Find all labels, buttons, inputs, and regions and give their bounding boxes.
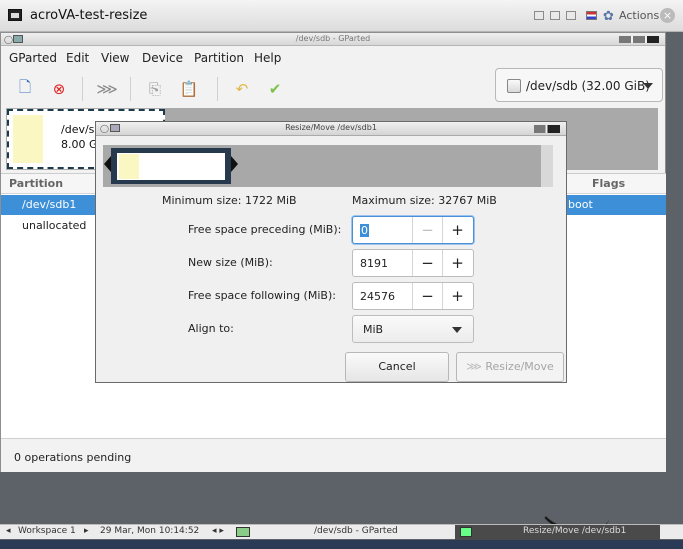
actions-menu[interactable]: Actions bbox=[619, 9, 659, 22]
dialog-title-bar: ◯ Resize/Move /dev/sdb1 bbox=[96, 122, 566, 136]
minus-icon[interactable]: − bbox=[412, 250, 442, 276]
menu-view[interactable]: View bbox=[101, 51, 129, 65]
plus-icon[interactable]: + bbox=[442, 250, 472, 276]
preceding-spinbutton[interactable]: 0 − + bbox=[352, 216, 474, 244]
clock: 29 Mar, Mon 10:14:52 bbox=[100, 526, 200, 536]
resize-move-label: Resize/Move bbox=[485, 360, 554, 373]
partition-block-size: 8.00 G bbox=[61, 138, 98, 151]
device-selector-label: /dev/sdb (32.00 GiB) bbox=[526, 79, 650, 93]
vnc-title-bar: acroVA-test-resize ✿ Actions × bbox=[0, 0, 683, 32]
preceding-value[interactable]: 0 bbox=[360, 224, 369, 237]
device-selector[interactable]: /dev/sdb (32.00 GiB) bbox=[495, 68, 663, 102]
align-label: Align to: bbox=[188, 322, 234, 335]
vnc-window: acroVA-test-resize ✿ Actions × ◯ /dev/sd… bbox=[0, 0, 683, 549]
following-value[interactable]: 24576 bbox=[360, 290, 395, 303]
resize-move-icon: ⋙ bbox=[466, 360, 486, 373]
partition-bar-inner bbox=[117, 153, 225, 180]
undo-icon[interactable]: ↶ bbox=[231, 78, 253, 100]
taskbar: ◂ Workspace 1 ▸ 29 Mar, Mon 10:14:52 ◂ ▸… bbox=[0, 524, 683, 540]
status-bar: 0 operations pending bbox=[1, 438, 666, 472]
minus-icon[interactable]: − bbox=[412, 217, 442, 243]
row-partition: /dev/sdb1 bbox=[22, 198, 77, 211]
column-partition[interactable]: Partition bbox=[9, 177, 63, 190]
partition-resizer[interactable] bbox=[103, 145, 553, 187]
new-partition-icon[interactable]: 🗋 bbox=[14, 78, 36, 100]
resize-move-button[interactable]: ⋙ Resize/Move bbox=[456, 352, 564, 382]
chevron-down-icon bbox=[452, 327, 462, 333]
minimum-size: Minimum size: 1722 MiB bbox=[162, 194, 297, 207]
following-label: Free space following (MiB): bbox=[188, 289, 336, 302]
workspace-label[interactable]: Workspace 1 bbox=[18, 526, 76, 536]
workspace-next-icon[interactable]: ▸ bbox=[84, 526, 89, 536]
used-space-fill bbox=[13, 115, 43, 163]
menu-help[interactable]: Help bbox=[254, 51, 281, 65]
gparted-title-bar: ◯ /dev/sdb - GParted bbox=[1, 33, 665, 46]
toolbar-separator bbox=[130, 77, 131, 101]
task-prev-icon[interactable]: ◂ ▸ bbox=[212, 526, 224, 536]
preceding-label: Free space preceding (MiB): bbox=[188, 223, 342, 236]
resize-right-handle[interactable] bbox=[231, 156, 238, 172]
delete-icon[interactable]: ⊗ bbox=[48, 78, 70, 100]
new-size-spinbutton[interactable]: 8191 − + bbox=[352, 249, 474, 277]
restore-icon[interactable] bbox=[550, 11, 560, 20]
align-combo[interactable]: MiB bbox=[352, 315, 474, 343]
dialog-window-controls[interactable] bbox=[534, 125, 560, 133]
operations-pending: 0 operations pending bbox=[14, 451, 132, 464]
menu-device[interactable]: Device bbox=[142, 51, 183, 65]
maximum-size: Maximum size: 32767 MiB bbox=[352, 194, 497, 207]
task-gparted[interactable]: /dev/sdb - GParted bbox=[314, 526, 398, 536]
toolbar-separator bbox=[217, 77, 218, 101]
new-size-value[interactable]: 8191 bbox=[360, 257, 388, 270]
menu-bar: GParted Edit View Device Partition Help bbox=[1, 47, 665, 69]
toolbar-separator bbox=[82, 77, 83, 101]
column-flags[interactable]: Flags bbox=[592, 177, 625, 190]
maximize-icon[interactable] bbox=[566, 11, 576, 20]
window-controls[interactable] bbox=[619, 36, 659, 43]
menu-partition[interactable]: Partition bbox=[194, 51, 244, 65]
resizer-end bbox=[541, 145, 553, 187]
dialog-task-icon bbox=[460, 527, 472, 537]
cancel-button[interactable]: Cancel bbox=[345, 352, 449, 382]
gparted-window-title: /dev/sdb - GParted bbox=[295, 34, 371, 43]
terminal-icon bbox=[8, 9, 22, 21]
dialog-title: Resize/Move /dev/sdb1 bbox=[285, 123, 377, 132]
gparted-task-icon bbox=[236, 527, 250, 537]
apply-icon[interactable]: ✔ bbox=[264, 78, 286, 100]
workspace-prev-icon[interactable]: ◂ bbox=[6, 526, 11, 536]
new-size-label: New size (MiB): bbox=[188, 256, 273, 269]
close-icon[interactable]: × bbox=[660, 8, 675, 23]
following-spinbutton[interactable]: 24576 − + bbox=[352, 282, 474, 310]
copy-icon[interactable]: ⎘ bbox=[144, 78, 166, 100]
resize-move-icon[interactable]: ⋙ bbox=[96, 78, 118, 100]
resize-left-handle[interactable] bbox=[104, 156, 111, 172]
row-partition: unallocated bbox=[22, 219, 87, 232]
gear-icon[interactable]: ✿ bbox=[603, 9, 614, 24]
plus-icon[interactable]: + bbox=[442, 283, 472, 309]
task-resize-move-label: Resize/Move /dev/sdb1 bbox=[523, 526, 627, 536]
resize-move-dialog: ◯ Resize/Move /dev/sdb1 Minimum size: 17… bbox=[95, 121, 567, 383]
tile-icon[interactable] bbox=[534, 11, 544, 20]
paste-icon[interactable]: 📋 bbox=[178, 78, 200, 100]
used-space-fill bbox=[119, 154, 139, 179]
task-resize-move[interactable]: Resize/Move /dev/sdb1 bbox=[455, 525, 660, 540]
disk-icon bbox=[507, 79, 521, 93]
bottom-strip bbox=[0, 540, 683, 549]
minus-icon[interactable]: − bbox=[412, 283, 442, 309]
align-value: MiB bbox=[363, 323, 384, 336]
keyboard-flag-icon[interactable] bbox=[586, 11, 597, 20]
menu-gparted[interactable]: GParted bbox=[9, 51, 57, 65]
row-flags: boot bbox=[568, 198, 593, 211]
chevron-down-icon bbox=[643, 83, 653, 89]
vnc-window-title: acroVA-test-resize bbox=[30, 8, 148, 23]
plus-icon[interactable]: + bbox=[442, 217, 472, 243]
partition-bar[interactable] bbox=[111, 148, 231, 184]
menu-edit[interactable]: Edit bbox=[66, 51, 89, 65]
